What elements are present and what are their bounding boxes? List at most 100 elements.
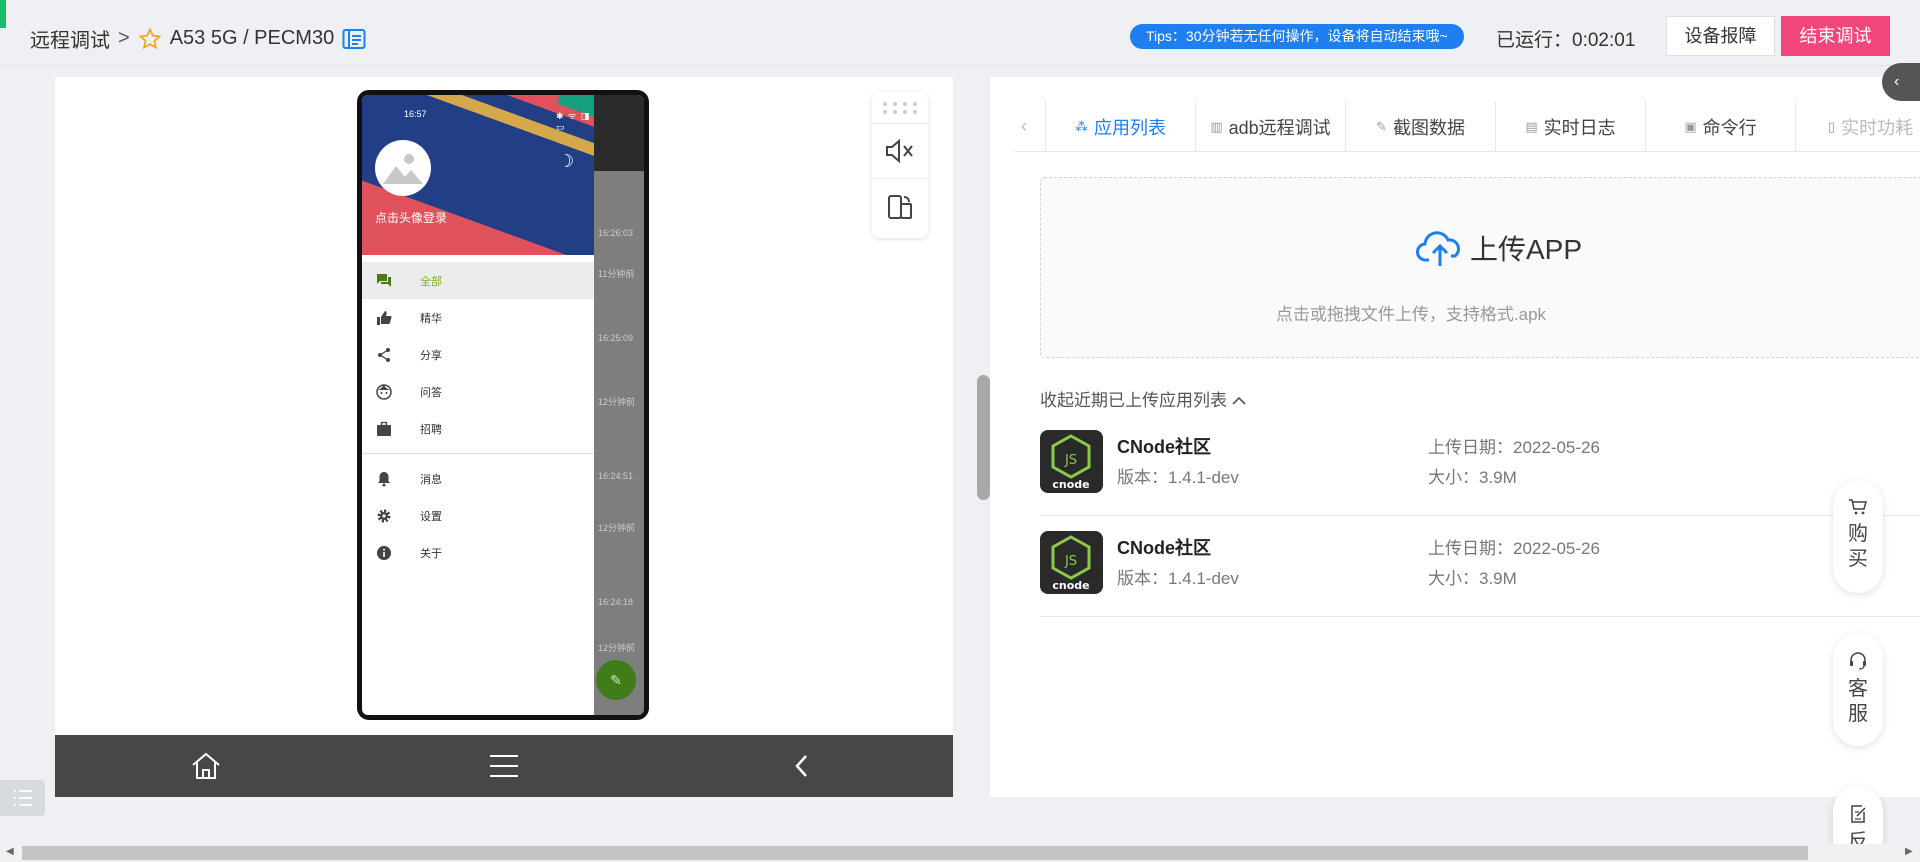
nav-drawer: 16:57 ✱ ᯤ ◨ ▭ ☽ 点击头像登录 全部 精华 分享 问答 招聘 消息… bbox=[362, 95, 594, 715]
app-upload-date: 上传日期：2022-05-26 bbox=[1428, 534, 1600, 559]
app-version: 版本：1.4.1-dev bbox=[1117, 564, 1239, 589]
app-size: 大小：3.9M bbox=[1428, 463, 1517, 488]
upload-dropzone[interactable]: 上传APP 点击或拖拽文件上传，支持格式.apk bbox=[1040, 177, 1920, 358]
chevron-left-icon: ‹ bbox=[1894, 73, 1900, 90]
collapse-panel-button[interactable]: ‹ bbox=[1882, 63, 1920, 101]
tab-screenshots[interactable]: ✎ 截图数据 bbox=[1345, 102, 1495, 152]
menu-item-jobs[interactable]: 招聘 bbox=[362, 410, 594, 447]
compose-fab[interactable]: ✎ bbox=[596, 660, 636, 700]
device-screen-panel: 16:26:03 11分钟前 16:25:09 12分钟前 16:24:51 1… bbox=[55, 77, 953, 797]
tab-command[interactable]: ▣ 命令行 bbox=[1645, 102, 1795, 152]
tab-label: 截图数据 bbox=[1392, 118, 1465, 138]
feed-time: 16:26:03 bbox=[598, 228, 634, 238]
tab-label: 实时日志 bbox=[1543, 118, 1616, 138]
feed-time: 12分钟前 bbox=[598, 523, 636, 533]
tools-panel: ‹ ⁂ 应用列表 ▥ adb远程调试 ✎ 截图数据 ▤ 实时日志 ▣ 命令行 ▯ 实时功耗 … bbox=[990, 77, 1920, 797]
buy-widget[interactable]: 购 买 bbox=[1833, 480, 1883, 593]
menu-button[interactable] bbox=[484, 749, 524, 783]
app-upload-date: 上传日期：2022-05-26 bbox=[1428, 433, 1600, 458]
tab-label: 命令行 bbox=[1702, 118, 1757, 138]
cloud-upload-icon bbox=[1416, 231, 1460, 266]
scroll-left-icon[interactable]: ◀ bbox=[6, 846, 14, 857]
rotate-screen-icon bbox=[888, 194, 912, 219]
menu-item-qa[interactable]: 问答 bbox=[362, 373, 594, 410]
status-time: 16:57 bbox=[404, 109, 427, 119]
rotate-button[interactable] bbox=[872, 179, 928, 234]
status-icons: ✱ ᯤ ◨ ▭ bbox=[556, 111, 591, 132]
run-time: 0:02:01 bbox=[1572, 30, 1636, 51]
list-toggle-button[interactable] bbox=[0, 780, 45, 816]
end-debug-button[interactable]: 结束调试 bbox=[1781, 16, 1890, 56]
menu-item-label: 问答 bbox=[420, 386, 442, 399]
tab-app-list[interactable]: ⁂ 应用列表 bbox=[1045, 102, 1195, 152]
nodejs-logo-icon: JS cnode bbox=[1051, 535, 1091, 592]
home-icon bbox=[192, 752, 220, 779]
tab-scroll-left-icon[interactable]: ‹ bbox=[1021, 116, 1027, 137]
device-info-icon[interactable] bbox=[342, 28, 366, 50]
app-date-value: 2022-05-26 bbox=[1513, 438, 1600, 457]
menu-divider bbox=[362, 453, 594, 454]
face-icon bbox=[374, 382, 394, 402]
mute-button[interactable] bbox=[872, 124, 928, 179]
terminal-icon: ▥ bbox=[1210, 119, 1223, 134]
customer-service-widget[interactable]: 客 服 bbox=[1833, 633, 1883, 746]
recent-apps-toggle[interactable]: 收起近期已上传应用列表 bbox=[1040, 386, 1246, 411]
panel-scrollbar[interactable] bbox=[977, 375, 990, 500]
menu-item-label: 消息 bbox=[420, 473, 442, 486]
nodejs-logo-icon: JS cnode bbox=[1051, 434, 1091, 491]
briefcase-icon bbox=[374, 419, 394, 439]
tab-power[interactable]: ▯ 实时功耗 bbox=[1795, 102, 1920, 152]
feedback-icon bbox=[1851, 805, 1866, 823]
scroll-right-icon[interactable]: ▶ bbox=[1905, 846, 1913, 857]
phone-frame[interactable]: 16:26:03 11分钟前 16:25:09 12分钟前 16:24:51 1… bbox=[357, 90, 649, 720]
buy-label: 买 bbox=[1848, 548, 1868, 570]
app-size: 大小：3.9M bbox=[1428, 564, 1517, 589]
app-version-label: 版本： bbox=[1117, 468, 1168, 487]
menu-item-share[interactable]: 分享 bbox=[362, 336, 594, 373]
avatar[interactable] bbox=[375, 140, 431, 196]
feed-time: 16:25:09 bbox=[598, 333, 634, 343]
feed-time: 16:24:51 bbox=[598, 471, 634, 481]
feed-toolbar bbox=[594, 95, 644, 171]
breadcrumb: 远程调试 > A53 5G / PECM30 bbox=[30, 24, 366, 53]
menu-item-settings[interactable]: 设置 bbox=[362, 497, 594, 534]
drag-handle-icon[interactable] bbox=[872, 92, 928, 124]
list-icon bbox=[13, 790, 32, 806]
menu-item-label: 招聘 bbox=[420, 423, 442, 436]
report-device-button[interactable]: 设备报障 bbox=[1666, 16, 1775, 56]
home-button[interactable] bbox=[186, 749, 226, 783]
horizontal-scrollbar[interactable]: ◀ ▶ bbox=[0, 844, 1920, 862]
tab-adb[interactable]: ▥ adb远程调试 bbox=[1195, 102, 1345, 152]
app-version-value: 1.4.1-dev bbox=[1168, 468, 1239, 487]
menu-item-essence[interactable]: 精华 bbox=[362, 299, 594, 336]
app-date-value: 2022-05-26 bbox=[1513, 539, 1600, 558]
feed-time: 11分钟前 bbox=[598, 269, 635, 279]
breadcrumb-root[interactable]: 远程调试 bbox=[30, 24, 110, 53]
menu-item-label: 全部 bbox=[420, 275, 442, 288]
tab-label: 应用列表 bbox=[1094, 118, 1166, 138]
device-nav-bar bbox=[55, 735, 953, 797]
upload-hint: 点击或拖拽文件上传，支持格式.apk bbox=[1275, 305, 1547, 324]
menu-item-all[interactable]: 全部 bbox=[362, 262, 594, 299]
log-icon: ▤ bbox=[1525, 119, 1538, 134]
svg-text:JS: JS bbox=[1064, 453, 1077, 468]
star-icon[interactable] bbox=[138, 26, 162, 51]
service-label: 客 bbox=[1848, 678, 1868, 700]
menu-item-about[interactable]: 关于 bbox=[362, 534, 594, 571]
svg-text:cnode: cnode bbox=[1052, 579, 1089, 592]
app-name: CNode社区 bbox=[1117, 437, 1211, 457]
login-prompt[interactable]: 点击头像登录 bbox=[375, 209, 447, 226]
phone-screen[interactable]: 16:26:03 11分钟前 16:25:09 12分钟前 16:24:51 1… bbox=[362, 95, 644, 715]
buy-label: 购 bbox=[1848, 523, 1868, 545]
scrollbar-thumb[interactable] bbox=[22, 846, 1808, 860]
run-timer: 已运行：0:02:01 bbox=[1496, 25, 1635, 52]
app-logo: JS cnode bbox=[1040, 531, 1103, 594]
app-version-value: 1.4.1-dev bbox=[1168, 569, 1239, 588]
menu-item-label: 精华 bbox=[420, 312, 442, 325]
night-mode-icon[interactable]: ☽ bbox=[558, 151, 574, 172]
app-version-label: 版本： bbox=[1117, 569, 1168, 588]
tab-logs[interactable]: ▤ 实时日志 bbox=[1495, 102, 1645, 152]
menu-item-messages[interactable]: 消息 bbox=[362, 460, 594, 497]
back-button[interactable] bbox=[782, 749, 822, 783]
tab-label: adb远程调试 bbox=[1228, 118, 1331, 138]
